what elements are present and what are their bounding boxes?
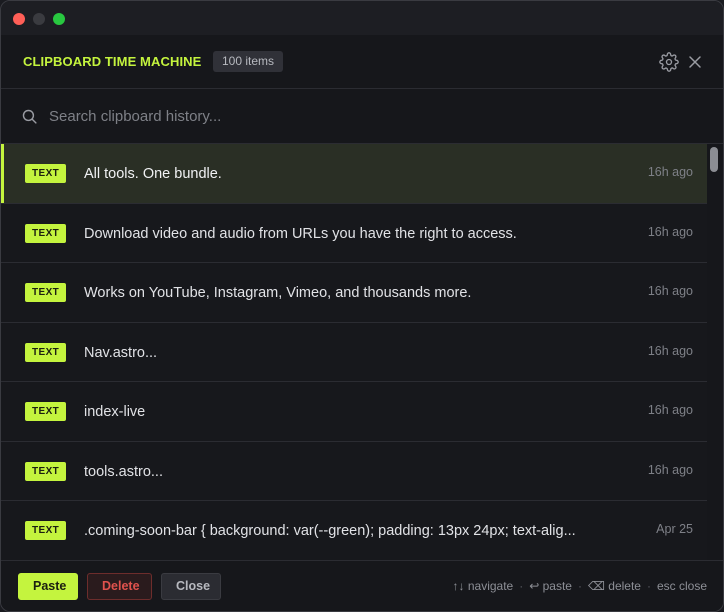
item-text: Works on YouTube, Instagram, Vimeo, and …	[84, 285, 472, 301]
list-item[interactable]: TEXT index-live 16h ago	[1, 382, 707, 442]
title-bar	[1, 1, 723, 35]
item-timestamp: 16h ago	[647, 462, 693, 477]
item-count-badge: 100 items	[213, 51, 284, 72]
window-maximize-button[interactable]	[53, 13, 65, 25]
app-header: CLIPBOARD TIME MACHINE 100 items	[1, 35, 723, 89]
scrollbar-thumb[interactable]	[710, 147, 718, 172]
hint-delete: ⌫ delete	[587, 579, 641, 593]
type-badge: TEXT	[25, 164, 67, 183]
type-badge: TEXT	[25, 223, 67, 243]
type-badge: TEXT	[25, 521, 67, 540]
keyboard-hints: ↑↓ navigate · ↩ paste · ⌫ delete · esc close	[453, 579, 707, 593]
window-close-button[interactable]	[13, 13, 25, 25]
item-timestamp: 16h ago	[647, 284, 693, 298]
hint-paste: ↩ paste	[529, 579, 572, 593]
hint-navigate: ↑↓ navigate	[452, 579, 514, 593]
gear-icon[interactable]	[659, 52, 679, 72]
list-scrollbar[interactable]	[707, 144, 723, 560]
search-input[interactable]	[49, 101, 689, 131]
list-item[interactable]: TEXT Download video and audio from URLs …	[1, 203, 707, 263]
type-badge: TEXT	[25, 461, 67, 481]
type-badge: TEXT	[25, 283, 67, 302]
hint-separator: ·	[577, 579, 582, 593]
hint-separator: ·	[646, 579, 651, 593]
footer-bar: Paste Delete Close ↑↓ navigate · ↩ paste · ⌫…	[1, 560, 723, 611]
list-item[interactable]: TEXT Works on YouTube, Instagram, Vimeo,…	[1, 263, 707, 323]
item-text: index-live	[84, 404, 146, 420]
item-timestamp: 16h ago	[647, 165, 693, 179]
close-button[interactable]: Close	[161, 573, 221, 600]
list-item[interactable]: TEXT Nav.astro... 16h ago	[1, 322, 707, 382]
list-item[interactable]: TEXT tools.astro... 16h ago	[1, 441, 707, 501]
paste-button[interactable]: Paste	[18, 573, 78, 600]
list-item[interactable]: TEXT All tools. One bundle. 16h ago	[1, 144, 707, 204]
hint-close: esc close	[656, 579, 707, 593]
hint-separator: ·	[519, 579, 524, 593]
app-title: CLIPBOARD TIME MACHINE	[23, 54, 202, 69]
item-timestamp: 16h ago	[647, 343, 693, 358]
item-text: Download video and audio from URLs you h…	[84, 225, 517, 242]
item-text: All tools. One bundle.	[84, 166, 222, 182]
clipboard-window: CLIPBOARD TIME MACHINE 100 items TEXT Al…	[0, 0, 724, 612]
clipboard-list: TEXT All tools. One bundle. 16h ago TEXT…	[1, 144, 707, 560]
item-text: .coming-soon-bar { background: var(--gre…	[84, 523, 576, 539]
type-badge: TEXT	[25, 402, 67, 421]
item-text: Nav.astro...	[84, 344, 158, 361]
item-text: tools.astro...	[84, 463, 163, 480]
item-timestamp: 16h ago	[647, 403, 693, 417]
item-timestamp: 16h ago	[647, 224, 693, 239]
item-timestamp: Apr 25	[656, 522, 693, 536]
search-bar	[1, 89, 723, 144]
close-icon[interactable]	[685, 52, 705, 72]
type-badge: TEXT	[25, 342, 67, 362]
window-minimize-button[interactable]	[33, 13, 45, 25]
search-icon	[21, 108, 38, 125]
list-item[interactable]: TEXT .coming-soon-bar { background: var(…	[1, 501, 707, 560]
delete-button[interactable]: Delete	[87, 573, 152, 600]
